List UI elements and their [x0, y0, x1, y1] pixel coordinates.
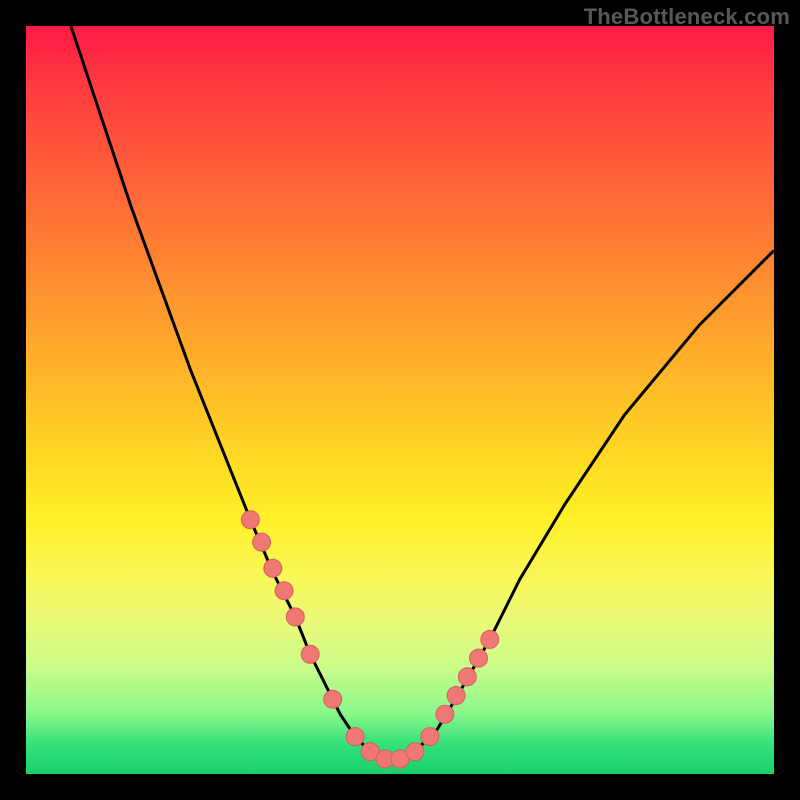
marker-point	[458, 668, 476, 686]
marker-point	[406, 743, 424, 761]
marker-group	[241, 511, 498, 768]
marker-point	[447, 687, 465, 705]
marker-point	[421, 728, 439, 746]
chart-stage: TheBottleneck.com	[0, 0, 800, 800]
marker-point	[301, 645, 319, 663]
bottleneck-curve	[71, 26, 774, 759]
watermark-text: TheBottleneck.com	[584, 4, 790, 30]
marker-point	[324, 690, 342, 708]
chart-svg	[26, 26, 774, 774]
marker-point	[264, 559, 282, 577]
plot-area	[26, 26, 774, 774]
marker-point	[275, 582, 293, 600]
marker-point	[470, 649, 488, 667]
marker-point	[481, 630, 499, 648]
marker-point	[241, 511, 259, 529]
marker-point	[346, 728, 364, 746]
marker-point	[286, 608, 304, 626]
marker-point	[253, 533, 271, 551]
marker-point	[436, 705, 454, 723]
